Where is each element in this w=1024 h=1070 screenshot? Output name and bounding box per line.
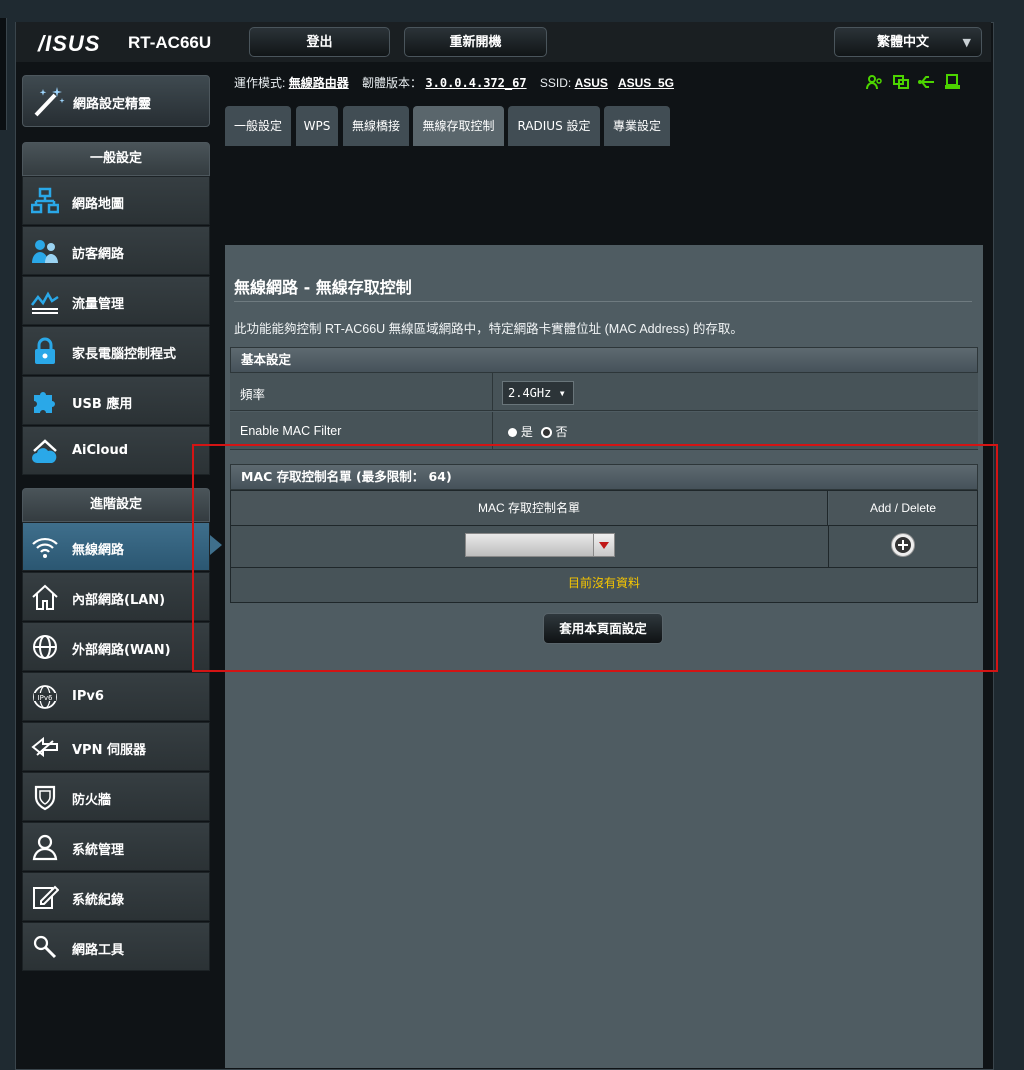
sidebar-item-label: AiCloud <box>72 443 129 458</box>
user-icon <box>31 833 59 861</box>
frequency-label: 頻率 <box>240 388 266 402</box>
mode-link[interactable]: 無線路由器 <box>289 76 349 90</box>
tab-bridge[interactable]: 無線橋接 <box>343 106 409 146</box>
shield-icon <box>31 783 59 811</box>
asus-logo: /ISUS <box>38 31 101 56</box>
chevron-down-icon: ▼ <box>962 36 971 49</box>
status-icons <box>866 74 966 94</box>
wizard-label: 網路設定精靈 <box>73 97 152 112</box>
sidebar-item-label: 防火牆 <box>72 793 112 808</box>
firmware-link[interactable]: 3.0.0.4.372_67 <box>425 76 526 90</box>
network-map-icon <box>30 187 60 215</box>
frequency-select[interactable]: 2.4GHz ▾ <box>502 381 574 405</box>
sidebar-item-wireless[interactable]: 無線網路 <box>22 522 210 571</box>
mac-filter-options: 是 否 <box>508 423 568 440</box>
status-info: 運作模式: 無線路由器 韌體版本： 3.0.0.4.372_67 SSID: A… <box>234 74 674 91</box>
mode-label: 運作模式: <box>234 76 286 90</box>
sidebar-item-label: 流量管理 <box>72 297 125 312</box>
tab-radius[interactable]: RADIUS 設定 <box>508 106 600 146</box>
sidebar-item-label: 網路工具 <box>72 943 125 958</box>
home-icon <box>31 583 59 611</box>
printer-icon[interactable] <box>944 74 962 90</box>
logout-button[interactable]: 登出 <box>249 27 390 57</box>
tab-wps[interactable]: WPS <box>296 106 338 146</box>
sidebar-item-aicloud[interactable]: AiCloud <box>22 426 210 475</box>
setup-wizard-button[interactable]: 網路設定精靈 <box>22 75 210 127</box>
sidebar-item-label: 系統紀錄 <box>72 893 125 908</box>
general-settings-header: 一般設定 <box>22 142 210 176</box>
sidebar-item-parental-control[interactable]: 家長電腦控制程式 <box>22 326 210 375</box>
sidebar-item-label: 網路地圖 <box>72 197 125 212</box>
radio-yes[interactable] <box>508 428 517 437</box>
sidebar-item-network-tools[interactable]: 網路工具 <box>22 922 210 971</box>
sidebar-item-label: 內部網路(LAN) <box>72 593 166 608</box>
sidebar-item-label: IPv6 <box>72 689 104 704</box>
title-divider <box>234 301 972 302</box>
firmware-label: 韌體版本： <box>362 76 423 90</box>
language-select[interactable]: 繁體中文 ▼ <box>834 27 982 57</box>
row-divider <box>492 373 493 410</box>
sidebar-item-wan[interactable]: 外部網路(WAN) <box>22 622 210 671</box>
language-label: 繁體中文 <box>877 35 930 50</box>
sidebar-item-firewall[interactable]: 防火牆 <box>22 772 210 821</box>
annotation-highlight-box <box>192 444 998 672</box>
sidebar-item-ipv6[interactable]: IPv6 IPv6 <box>22 672 210 721</box>
sidebar-item-lan[interactable]: 內部網路(LAN) <box>22 572 210 621</box>
basic-settings-header: 基本設定 <box>230 347 978 373</box>
users-icon[interactable] <box>866 74 884 90</box>
sidebar-item-label: 外部網路(WAN) <box>72 643 171 658</box>
advanced-settings-header: 進階設定 <box>22 488 210 522</box>
sidebar-item-guest-network[interactable]: 訪客網路 <box>22 226 210 275</box>
lock-icon <box>31 337 59 365</box>
reboot-button[interactable]: 重新開機 <box>404 27 547 57</box>
sidebar-item-label: 系統管理 <box>72 843 125 858</box>
ipv6-icon: IPv6 <box>31 683 59 711</box>
sidebar-item-traffic-manager[interactable]: 流量管理 <box>22 276 210 325</box>
svg-text:IPv6: IPv6 <box>38 694 53 702</box>
sidebar-item-label: 無線網路 <box>72 543 125 558</box>
sidebar-item-label: 家長電腦控制程式 <box>72 347 177 362</box>
sidebar-item-vpn-server[interactable]: VPN 伺服器 <box>22 722 210 771</box>
page-title: 無線網路 - 無線存取控制 <box>234 278 412 297</box>
puzzle-icon <box>31 387 59 415</box>
sidebar-item-label: USB 應用 <box>72 397 133 412</box>
radio-no[interactable] <box>540 427 552 438</box>
radio-no-label: 否 <box>555 425 568 439</box>
sidebar-item-network-map[interactable]: 網路地圖 <box>22 176 210 225</box>
radio-yes-label: 是 <box>520 425 533 439</box>
tools-icon <box>31 933 59 961</box>
log-edit-icon <box>31 883 60 911</box>
page-description: 此功能能夠控制 RT-AC66U 無線區域網路中，特定網路卡實體位址 (MAC … <box>234 322 743 336</box>
globe-icon <box>31 633 59 661</box>
traffic-icon <box>31 287 59 315</box>
cloud-home-icon <box>31 437 59 465</box>
network-copy-icon[interactable] <box>892 74 910 90</box>
sidebar-item-usb-application[interactable]: USB 應用 <box>22 376 210 425</box>
model-name: RT-AC66U <box>128 33 212 52</box>
magic-wand-icon <box>31 83 67 119</box>
vpn-icon <box>31 733 59 761</box>
tab-general[interactable]: 一般設定 <box>225 106 291 146</box>
sidebar-item-system-log[interactable]: 系統紀錄 <box>22 872 210 921</box>
sidebar-item-label: VPN 伺服器 <box>72 743 146 758</box>
ssid-link-1[interactable]: ASUS <box>575 76 608 90</box>
left-edge-strip <box>0 18 7 130</box>
sidebar-item-administration[interactable]: 系統管理 <box>22 822 210 871</box>
guest-network-icon <box>31 237 59 265</box>
ssid-label: SSID: <box>539 76 572 90</box>
wifi-icon <box>31 533 59 561</box>
usb-icon[interactable] <box>918 74 936 90</box>
frequency-row: 頻率 <box>230 373 978 411</box>
sidebar-item-label: 訪客網路 <box>72 247 125 262</box>
tab-professional[interactable]: 專業設定 <box>604 106 670 146</box>
mac-filter-label: Enable MAC Filter <box>240 424 342 438</box>
tab-mac-filter[interactable]: 無線存取控制 <box>413 106 504 146</box>
ssid-link-2[interactable]: ASUS_5G <box>618 76 674 90</box>
